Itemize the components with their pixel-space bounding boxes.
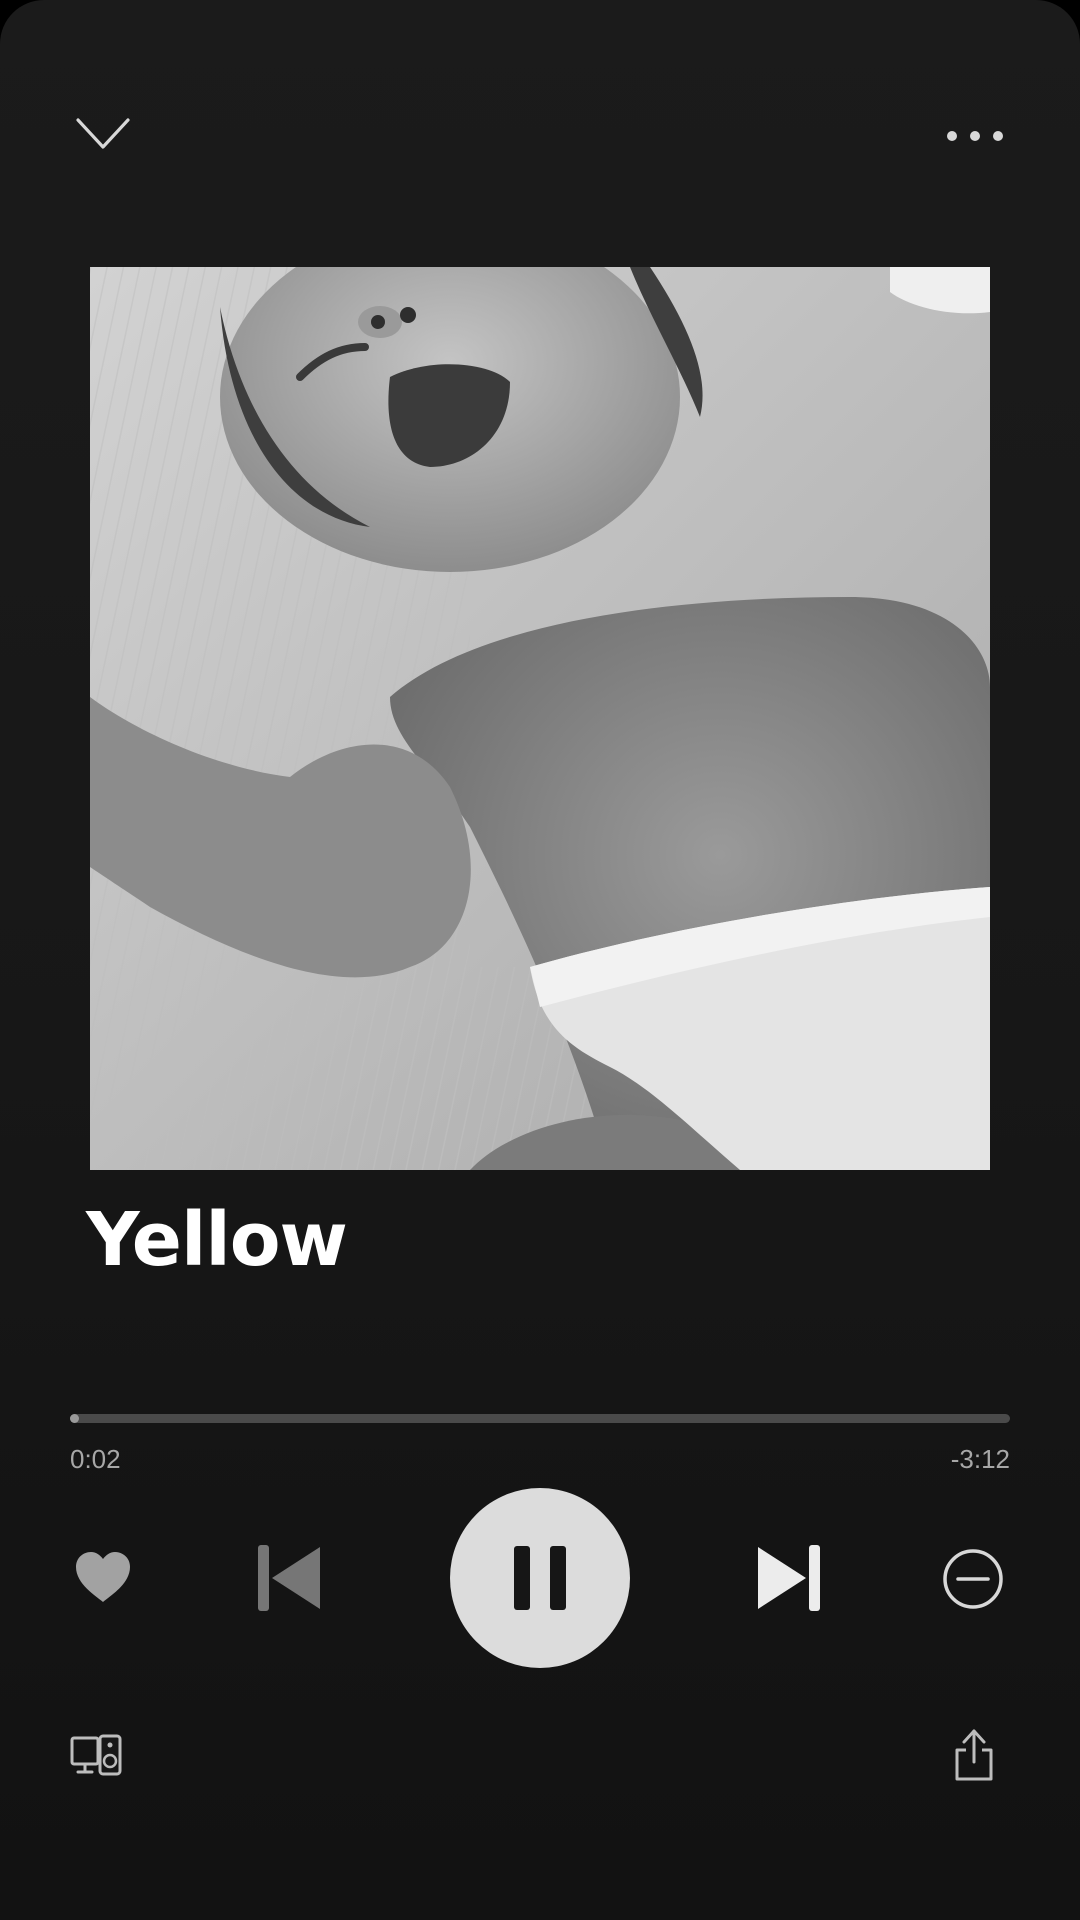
skip-previous-icon: [258, 1545, 320, 1611]
share-icon: [955, 1729, 993, 1781]
pause-button[interactable]: [450, 1488, 630, 1668]
progress-bar[interactable]: [70, 1414, 1010, 1423]
connect-devices-icon: [70, 1734, 122, 1776]
chevron-down-icon: [76, 118, 130, 149]
minus-circle-icon: [943, 1549, 1003, 1609]
now-playing-screen: Yellow 0:02 -3:12: [0, 0, 1080, 1920]
collapse-button[interactable]: [74, 114, 132, 154]
previous-button[interactable]: [256, 1543, 324, 1613]
skip-next-icon: [758, 1545, 820, 1611]
pause-icon: [514, 1546, 566, 1610]
next-button[interactable]: [754, 1543, 822, 1613]
album-art: [90, 267, 990, 1170]
heart-icon: [76, 1552, 130, 1602]
like-button[interactable]: [74, 1550, 132, 1606]
share-button[interactable]: [954, 1728, 994, 1782]
track-title: Yellow: [86, 1197, 348, 1283]
connect-devices-button[interactable]: [70, 1734, 122, 1776]
progress-fill: [70, 1414, 80, 1423]
elapsed-time: 0:02: [70, 1444, 121, 1474]
remaining-time: -3:12: [950, 1444, 1010, 1474]
more-options-button[interactable]: [944, 120, 1006, 152]
album-art-image: [90, 267, 990, 1170]
remove-button[interactable]: [942, 1548, 1004, 1610]
more-options-icon: [947, 131, 1003, 141]
